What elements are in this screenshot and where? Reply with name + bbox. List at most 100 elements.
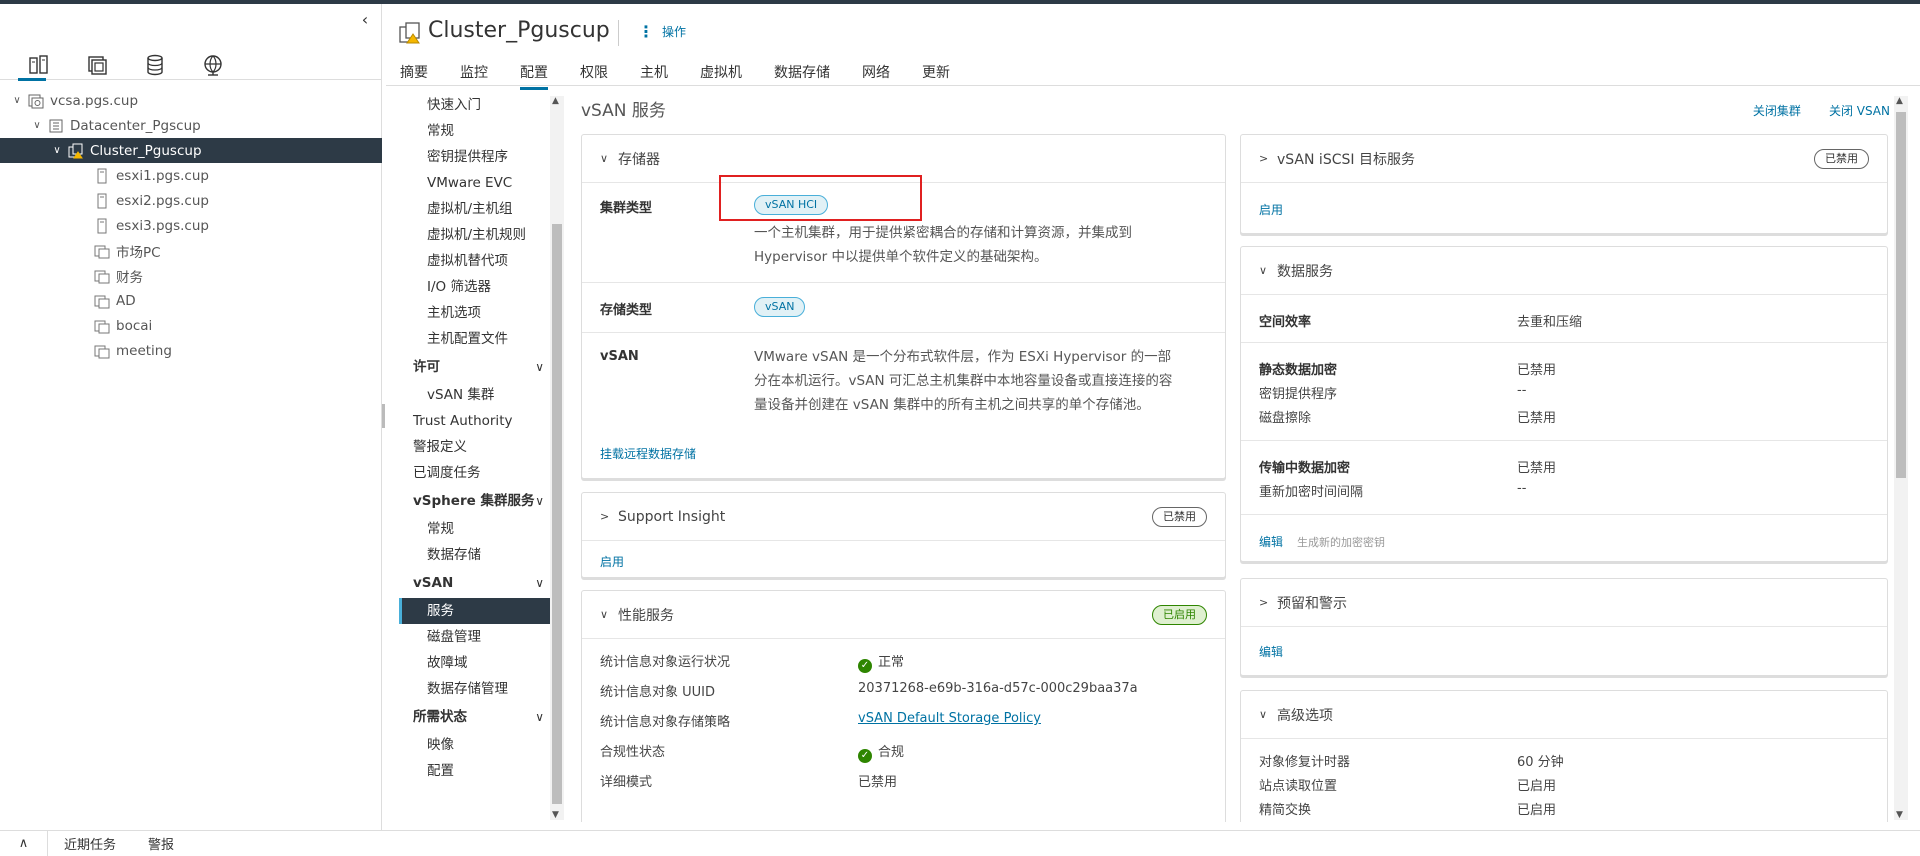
cluster-icon — [68, 143, 84, 159]
chevron-right-icon: > — [1259, 152, 1269, 165]
perf-row-value: 已禁用 — [858, 775, 898, 790]
perf-row-value: ✓ 正常 — [858, 651, 904, 673]
edit-link[interactable]: 编辑 — [1259, 643, 1283, 660]
collapse-navigator-icon[interactable]: ‹ — [357, 12, 373, 28]
expand-toggle-icon[interactable]: ∨ — [10, 95, 24, 106]
config-nav-item[interactable]: Trust Authority — [399, 408, 550, 434]
recent-tasks-tab[interactable]: 近期任务 — [48, 834, 132, 853]
config-nav-item[interactable]: 数据存储管理 — [399, 676, 550, 702]
enable-link[interactable]: 启用 — [600, 553, 624, 570]
config-nav-item[interactable]: 配置 — [399, 758, 550, 784]
content-scrollbar[interactable]: ▲ ▼ — [1894, 96, 1908, 820]
tree-node-vm[interactable]: meeting — [0, 338, 382, 363]
config-nav-item[interactable]: I/O 筛选器 — [399, 274, 550, 300]
pane-splitter[interactable] — [382, 404, 385, 428]
config-nav-item[interactable]: 警报定义 — [399, 434, 550, 460]
data-services-header[interactable]: ∨ 数据服务 — [1241, 247, 1887, 295]
tree-node-vm[interactable]: 市场PC — [0, 238, 382, 263]
tab-summary[interactable]: 摘要 — [400, 56, 428, 90]
networking-tab[interactable] — [184, 50, 242, 80]
tab-networks[interactable]: 网络 — [862, 56, 890, 90]
config-nav-group-vsphere-cluster-services[interactable]: vSphere 集群服务 ∨ — [399, 486, 550, 516]
tree-node-datacenter[interactable]: ∨ Datacenter_Pgscup — [0, 113, 382, 138]
chevron-down-icon: ∨ — [1259, 264, 1268, 277]
chevron-up-icon[interactable]: ∧ — [0, 830, 48, 856]
config-nav-scrollbar[interactable]: ▲ ▼ — [550, 96, 564, 820]
config-nav-group-desired-state[interactable]: 所需状态 ∨ — [399, 702, 550, 732]
scroll-down-icon[interactable]: ▼ — [1896, 810, 1903, 820]
hosts-clusters-tab[interactable] — [10, 50, 68, 81]
inventory-tree: ∨ vcsa.pgs.cup ∨ Datacenter_Pgscup ∨ Clu… — [0, 88, 382, 363]
tab-vms[interactable]: 虚拟机 — [700, 56, 742, 90]
tab-monitor[interactable]: 监控 — [460, 56, 488, 90]
mount-remote-datastore-link[interactable]: 挂载远程数据存储 — [600, 445, 696, 462]
config-nav-item[interactable]: 磁盘管理 — [399, 624, 550, 650]
tab-hosts[interactable]: 主机 — [640, 56, 668, 90]
scrollbar-thumb[interactable] — [1896, 112, 1906, 478]
kebab-icon: ⋮ — [638, 22, 654, 41]
chevron-down-icon: ∨ — [535, 710, 544, 724]
expand-toggle-icon[interactable]: ∨ — [30, 120, 44, 131]
scroll-down-icon[interactable]: ▼ — [552, 810, 559, 820]
disable-vsan-link[interactable]: 关闭 VSAN — [1829, 102, 1890, 119]
tab-updates[interactable]: 更新 — [922, 56, 950, 90]
reservations-alerts-card: > 预留和警示 编辑 — [1240, 578, 1888, 676]
performance-service-header[interactable]: ∨ 性能服务 已启用 — [582, 591, 1225, 639]
tree-node-vcenter[interactable]: ∨ vcsa.pgs.cup — [0, 88, 382, 113]
config-nav-item[interactable]: 密钥提供程序 — [399, 144, 550, 170]
config-nav-item[interactable]: 数据存储 — [399, 542, 550, 568]
config-nav-item[interactable]: 主机选项 — [399, 300, 550, 326]
host-icon — [94, 218, 110, 234]
edit-link[interactable]: 编辑 — [1259, 533, 1283, 550]
vsan-row: vSAN VMware vSAN 是一个分布式软件层，作为 ESXi Hyper… — [582, 333, 1225, 478]
tree-node-cluster[interactable]: ∨ Cluster_Pguscup — [0, 138, 382, 163]
reservations-alerts-header[interactable]: > 预留和警示 — [1241, 579, 1887, 627]
expand-toggle-icon[interactable]: ∨ — [50, 145, 64, 156]
config-nav-item[interactable]: vSAN 集群 — [399, 382, 550, 408]
vms-templates-tab[interactable] — [68, 50, 126, 80]
config-nav-item-services[interactable]: 服务 — [399, 598, 550, 624]
rekey-interval-label: 重新加密时间间隔 — [1259, 485, 1364, 500]
tab-datastores[interactable]: 数据存储 — [774, 56, 830, 90]
tree-node-vm[interactable]: AD — [0, 288, 382, 313]
config-nav-item[interactable]: VMware EVC — [399, 170, 550, 196]
tab-configure[interactable]: 配置 — [520, 56, 548, 90]
config-nav-item[interactable]: 故障域 — [399, 650, 550, 676]
config-nav-item[interactable]: 常规 — [399, 516, 550, 542]
support-insight-header[interactable]: > Support Insight 已禁用 — [582, 493, 1225, 541]
config-nav-item[interactable]: 虚拟机替代项 — [399, 248, 550, 274]
storage-type-row: 存储类型 vSAN — [582, 283, 1225, 333]
config-nav-item[interactable]: 虚拟机/主机组 — [399, 196, 550, 222]
config-nav-item[interactable]: 常规 — [399, 118, 550, 144]
config-nav-item[interactable]: 虚拟机/主机规则 — [399, 222, 550, 248]
config-nav-group-label: vSAN — [413, 575, 454, 591]
storage-tab[interactable] — [126, 50, 184, 80]
tree-node-label: vcsa.pgs.cup — [50, 92, 139, 109]
scroll-up-icon[interactable]: ▲ — [552, 96, 559, 106]
config-nav-item[interactable]: 主机配置文件 — [399, 326, 550, 352]
actions-menu[interactable]: ⋮ 操作 — [638, 22, 686, 41]
data-at-rest-row: 静态数据加密 已禁用 密钥提供程序 -- 磁盘擦除 已禁用 — [1241, 343, 1887, 441]
scrollbar-thumb[interactable] — [552, 224, 562, 804]
tree-node-host[interactable]: esxi3.pgs.cup — [0, 213, 382, 238]
config-nav-item[interactable]: 已调度任务 — [399, 460, 550, 486]
vm-icon — [94, 318, 110, 334]
config-nav-item[interactable]: 映像 — [399, 732, 550, 758]
adv-row-value: 已启用 — [1517, 803, 1557, 818]
advanced-options-header[interactable]: ∨ 高级选项 — [1241, 691, 1887, 739]
tree-node-vm[interactable]: bocai — [0, 313, 382, 338]
alarms-tab[interactable]: 警报 — [132, 834, 190, 853]
tree-node-host[interactable]: esxi2.pgs.cup — [0, 188, 382, 213]
shutdown-cluster-link[interactable]: 关闭集群 — [1753, 102, 1801, 119]
config-nav-item[interactable]: 快速入门 — [399, 92, 550, 118]
enable-link[interactable]: 启用 — [1259, 201, 1283, 218]
storage-policy-link[interactable]: vSAN Default Storage Policy — [858, 711, 1041, 726]
scroll-up-icon[interactable]: ▲ — [1896, 96, 1903, 106]
tree-node-host[interactable]: esxi1.pgs.cup — [0, 163, 382, 188]
tree-node-vm[interactable]: 财务 — [0, 263, 382, 288]
tab-permissions[interactable]: 权限 — [580, 56, 608, 90]
iscsi-target-header[interactable]: > vSAN iSCSI 目标服务 已禁用 — [1241, 135, 1887, 183]
config-nav-group-vsan[interactable]: vSAN ∨ — [399, 568, 550, 598]
config-nav-group-licensing[interactable]: 许可 ∨ — [399, 352, 550, 382]
vm-icon — [94, 268, 110, 284]
